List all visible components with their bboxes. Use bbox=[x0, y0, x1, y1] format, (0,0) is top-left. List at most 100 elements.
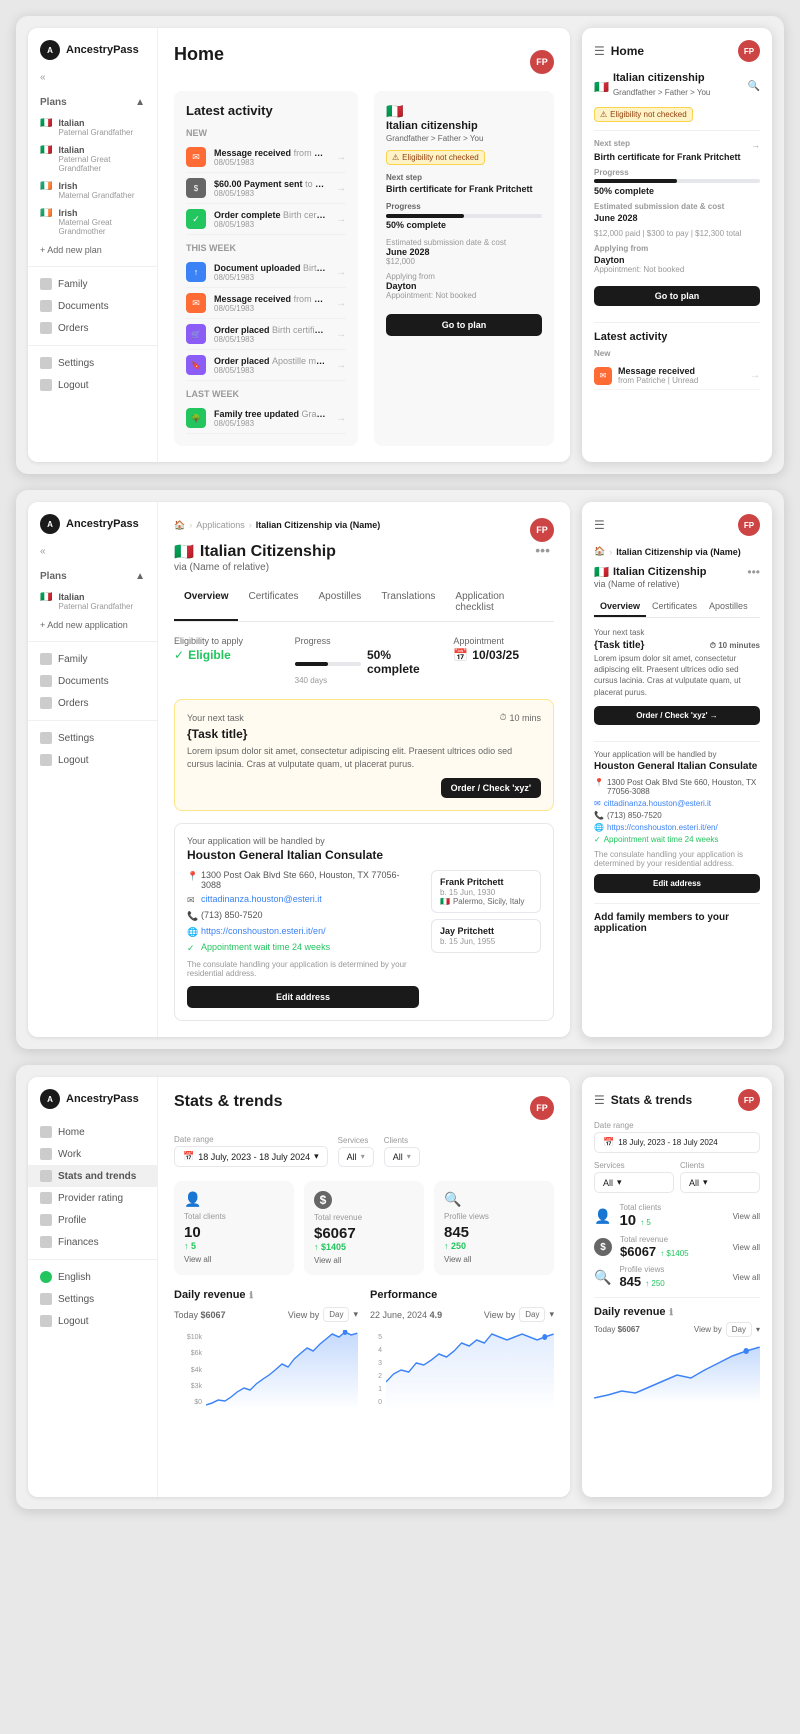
stats-sidebar-settings[interactable]: Settings bbox=[28, 1288, 157, 1310]
cs2-add-family[interactable]: Add family members to your application bbox=[594, 903, 760, 934]
citizenship-breadcrumb: 🏠 › Applications › Italian Citizenship v… bbox=[174, 520, 380, 531]
stats-sidebar-home[interactable]: Home bbox=[28, 1121, 157, 1143]
stats-side-clients-select[interactable]: All ▾ bbox=[680, 1172, 760, 1193]
edit-address-btn[interactable]: Edit address bbox=[187, 986, 419, 1008]
cs2-plan-title: Italian Citizenship bbox=[613, 566, 707, 578]
cs2-consulate-email[interactable]: ✉ cittadinanza.houston@esteri.it bbox=[594, 799, 760, 808]
activity-item-doc[interactable]: ↑ Document uploaded Birth certificate | … bbox=[186, 257, 346, 288]
tab-overview[interactable]: Overview bbox=[174, 585, 238, 621]
cs2-tab-overview[interactable]: Overview bbox=[594, 597, 646, 617]
breadcrumb-applications[interactable]: Applications bbox=[196, 520, 245, 530]
stats-sidebar-english[interactable]: English bbox=[28, 1266, 157, 1288]
stats-side-avatar[interactable]: FP bbox=[738, 1089, 760, 1111]
task-action-btn[interactable]: Order / Check 'xyz' bbox=[441, 778, 541, 798]
activity-item-msg2[interactable]: ✉ Message received from Patriche | Read … bbox=[186, 288, 346, 319]
plans-section-header[interactable]: Plans ▲ bbox=[28, 91, 157, 114]
sidebar-item-logout[interactable]: Logout bbox=[28, 374, 157, 396]
stats-side-clients-view-all[interactable]: View all bbox=[733, 1212, 760, 1221]
stats-sidebar-work[interactable]: Work bbox=[28, 1143, 157, 1165]
consulate-header-label: Your application will be handled by bbox=[187, 836, 541, 846]
hamburger-icon[interactable]: ☰ bbox=[594, 44, 605, 58]
stats-sidebar-stats[interactable]: Stats and trends bbox=[28, 1165, 157, 1187]
citizenship-sidebar-family[interactable]: Family bbox=[28, 648, 157, 670]
date-range-input[interactable]: 📅 18 July, 2023 - 18 July 2024 ▾ bbox=[174, 1146, 328, 1167]
view-by-day-revenue[interactable]: Day bbox=[323, 1307, 349, 1322]
citizenship-sidebar-settings[interactable]: Settings bbox=[28, 727, 157, 749]
activity-item-pay[interactable]: $ $60.00 Payment sent to Patriche 08/05/… bbox=[186, 173, 346, 204]
tab-checklist[interactable]: Application checklist bbox=[445, 585, 554, 621]
activity-item-tree[interactable]: 🌳 Family tree updated Grandmother added … bbox=[186, 403, 346, 434]
stats-hamburger[interactable]: ☰ bbox=[594, 1093, 605, 1107]
sidebar-item-family[interactable]: Family bbox=[28, 273, 157, 295]
side-applying-val: Dayton bbox=[594, 255, 760, 265]
sidebar-item-irish-2[interactable]: 🇮🇪 Irish Maternal Great Grandmother bbox=[28, 204, 157, 240]
flag-icon-it2: 🇮🇹 bbox=[40, 145, 52, 156]
tab-apostilles[interactable]: Apostilles bbox=[309, 585, 372, 621]
tab-translations[interactable]: Translations bbox=[371, 585, 445, 621]
sidebar-item-italian-2[interactable]: 🇮🇹 Italian Paternal Great Grandfather bbox=[28, 141, 157, 177]
stats-sidebar-rating[interactable]: Provider rating bbox=[28, 1187, 157, 1209]
side-activity-item[interactable]: ✉ Message received from Patriche | Unrea… bbox=[594, 362, 760, 390]
citizenship-sidebar-logout[interactable]: Logout bbox=[28, 749, 157, 771]
stats-side-revenue-view-all[interactable]: View all bbox=[733, 1243, 760, 1252]
tab-certificates[interactable]: Certificates bbox=[238, 585, 308, 621]
home-icon-stats bbox=[40, 1126, 52, 1138]
citizenship-sidebar-documents[interactable]: Documents bbox=[28, 670, 157, 692]
go-to-plan-btn[interactable]: Go to plan bbox=[386, 314, 542, 336]
cs2-plan-subtitle: via (Name of relative) bbox=[594, 579, 706, 589]
sidebar-item-settings[interactable]: Settings bbox=[28, 352, 157, 374]
stats-side-revenue-val: $6067 bbox=[620, 1244, 656, 1259]
activity-item-order[interactable]: ✓ Order complete Birth certificate | Fra… bbox=[186, 204, 346, 235]
stat-card-revenue: $ Total revenue $6067 ↑ $1405 View all bbox=[304, 1181, 424, 1275]
citizenship-plans-header[interactable]: Plans ▲ bbox=[28, 565, 157, 588]
cs2-tab-certificates[interactable]: Certificates bbox=[646, 597, 703, 617]
screen1-home: A AncestryPass « Plans ▲ 🇮🇹 Italian Pate… bbox=[16, 16, 784, 474]
cs2-task-btn[interactable]: Order / Check 'xyz' → bbox=[594, 706, 760, 725]
stats-sidebar-profile[interactable]: Profile bbox=[28, 1209, 157, 1231]
activity-item-apostille[interactable]: 🔖 Order placed Apostille marriage certif… bbox=[186, 350, 346, 381]
cs2-edit-address-btn[interactable]: Edit address bbox=[594, 874, 760, 893]
activity-item-msg1[interactable]: ✉ Message received from Patriche | Unrea… bbox=[186, 142, 346, 173]
citizenship-add-application-btn[interactable]: + Add new application bbox=[28, 615, 157, 635]
stats-avatar[interactable]: FP bbox=[530, 1096, 554, 1120]
sidebar-collapse-btn[interactable]: « bbox=[28, 72, 157, 91]
stats-side-services-select[interactable]: All ▾ bbox=[594, 1172, 674, 1193]
daily-revenue-title: Daily revenue ℹ bbox=[174, 1289, 358, 1301]
side-go-to-plan-btn[interactable]: Go to plan bbox=[594, 286, 760, 306]
sidebar-item-orders[interactable]: Orders bbox=[28, 317, 157, 339]
more-options-btn[interactable]: ••• bbox=[531, 542, 554, 558]
doc-icon: ↑ bbox=[186, 262, 206, 282]
plan-name-it1: Italian bbox=[58, 118, 133, 128]
citizenship-sidebar-orders[interactable]: Orders bbox=[28, 692, 157, 714]
activity-item-cart[interactable]: 🛒 Order placed Birth certificate | Frank… bbox=[186, 319, 346, 350]
cs2-tab-apostilles[interactable]: Apostilles bbox=[703, 597, 754, 617]
add-new-plan-btn[interactable]: + Add new plan bbox=[28, 240, 157, 260]
screen2-citizenship: A AncestryPass « Plans ▲ 🇮🇹 Italian Pate… bbox=[16, 490, 784, 1049]
sidebar-item-irish-1[interactable]: 🇮🇪 Irish Maternal Grandfather bbox=[28, 177, 157, 204]
citizenship-sidebar-collapse[interactable]: « bbox=[28, 546, 157, 565]
services-select[interactable]: All ▾ bbox=[338, 1147, 374, 1167]
clients-view-all[interactable]: View all bbox=[184, 1255, 284, 1264]
cs2-hamburger-icon[interactable]: ☰ bbox=[594, 518, 605, 532]
cs2-more-icon[interactable]: ••• bbox=[747, 565, 760, 579]
stats-sidebar-logout[interactable]: Logout bbox=[28, 1310, 157, 1332]
view-by-day-perf[interactable]: Day bbox=[519, 1307, 545, 1322]
side-panel-avatar[interactable]: FP bbox=[738, 40, 760, 62]
citizenship-avatar[interactable]: FP bbox=[530, 518, 554, 542]
stats-sidebar-finances[interactable]: Finances bbox=[28, 1231, 157, 1253]
cs2-consulate-website[interactable]: 🌐 https://conshouston.esteri.it/en/ bbox=[594, 823, 760, 832]
cs2-avatar[interactable]: FP bbox=[738, 514, 760, 536]
clients-select[interactable]: All ▾ bbox=[384, 1147, 420, 1167]
plan-sub-ie1: Maternal Grandfather bbox=[58, 191, 134, 200]
citizenship-sidebar-italian[interactable]: 🇮🇹 Italian Paternal Grandfather bbox=[28, 588, 157, 615]
views-view-all[interactable]: View all bbox=[444, 1255, 544, 1264]
sidebar-item-italian-1[interactable]: 🇮🇹 Italian Paternal Grandfather bbox=[28, 114, 157, 141]
stats-side-date-input[interactable]: 📅 18 July, 2023 - 18 July 2024 bbox=[594, 1132, 760, 1153]
stats-side-view-by[interactable]: Day bbox=[726, 1322, 752, 1337]
search-icon[interactable]: 🔍 bbox=[748, 81, 760, 92]
sidebar-item-documents[interactable]: Documents bbox=[28, 295, 157, 317]
stats-side-views-view-all[interactable]: View all bbox=[733, 1273, 760, 1282]
chevron-perf: ▾ bbox=[549, 1309, 554, 1320]
user-avatar[interactable]: FP bbox=[530, 50, 554, 74]
revenue-view-all[interactable]: View all bbox=[314, 1256, 414, 1265]
